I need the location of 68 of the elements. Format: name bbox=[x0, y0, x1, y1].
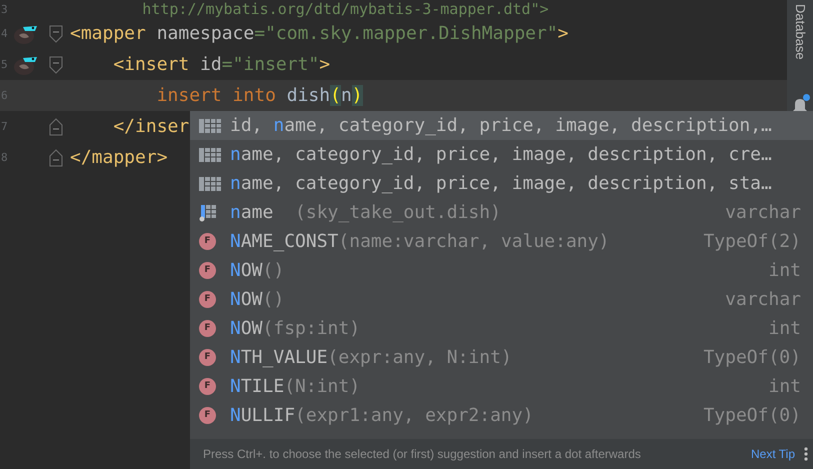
completion-text: NTILE bbox=[230, 375, 284, 399]
more-options-icon[interactable] bbox=[803, 446, 809, 462]
completion-text: id, name, category_id, price, image, description,… bbox=[230, 114, 772, 138]
line-number: 5 bbox=[0, 59, 9, 70]
completion-type: TypeOf(2) bbox=[703, 230, 801, 254]
completion-item[interactable]: id, name, category_id, price, image, description,… bbox=[190, 111, 813, 140]
completion-text: name, category_id, price, image, description, sta… bbox=[230, 172, 772, 196]
line-number: 3 bbox=[0, 4, 9, 14]
completion-text: NOW bbox=[230, 317, 263, 341]
completion-item[interactable]: F NOW(fsp:int) int bbox=[190, 314, 813, 343]
completion-type: varchar bbox=[725, 201, 801, 225]
function-icon: F bbox=[199, 407, 216, 424]
completion-text: NTH_VALUE bbox=[230, 346, 328, 370]
completion-params: () bbox=[262, 288, 284, 312]
code-line: insert into dish(n) bbox=[156, 86, 363, 104]
notification-bell-icon[interactable] bbox=[792, 96, 808, 114]
fold-toggle-icon[interactable] bbox=[49, 56, 63, 74]
completion-item[interactable]: F NULLIF(expr1:any, expr2:any) TypeOf(0) bbox=[190, 401, 813, 430]
completion-params: (sky_take_out.dish) bbox=[294, 201, 501, 225]
completion-type: TypeOf(0) bbox=[703, 404, 801, 428]
completion-type: TypeOf(0) bbox=[703, 346, 801, 370]
completion-text: NAME_CONST bbox=[230, 230, 338, 254]
table-icon bbox=[199, 146, 221, 162]
function-icon: F bbox=[199, 349, 216, 366]
completion-item[interactable]: name (sky_take_out.dish) varchar bbox=[190, 198, 813, 227]
fold-toggle-icon[interactable] bbox=[49, 24, 63, 42]
line-number: 4 bbox=[0, 28, 9, 39]
line-number: 7 bbox=[0, 121, 9, 132]
completion-text: NOW bbox=[230, 259, 263, 283]
completion-type: int bbox=[768, 259, 801, 283]
completion-params: (expr:any, N:int) bbox=[328, 346, 512, 370]
code-line: <mapper namespace="com.sky.mapper.DishMapper"> bbox=[70, 24, 569, 42]
function-icon: F bbox=[199, 320, 216, 337]
function-icon: F bbox=[199, 233, 216, 250]
database-tab[interactable]: Database bbox=[790, 4, 810, 60]
completion-params: (N:int) bbox=[284, 375, 360, 399]
completion-type: varchar bbox=[725, 288, 801, 312]
completion-item[interactable]: F NTH_VALUE(expr:any, N:int) TypeOf(0) bbox=[190, 343, 813, 372]
next-tip-link[interactable]: Next Tip bbox=[750, 445, 795, 463]
code-line: </inser bbox=[112, 118, 190, 136]
table-icon bbox=[199, 118, 221, 134]
completion-item[interactable]: F NTILE(N:int) int bbox=[190, 372, 813, 401]
function-icon: F bbox=[199, 378, 216, 395]
code-line: <insert id="insert"> bbox=[112, 56, 330, 74]
table-icon bbox=[199, 176, 221, 192]
completion-type: int bbox=[768, 375, 801, 399]
completion-params: (expr1:any, expr2:any) bbox=[295, 404, 534, 428]
completion-text: NULLIF bbox=[230, 404, 296, 428]
fold-toggle-icon[interactable] bbox=[49, 118, 63, 136]
hint-text: Press Ctrl+. to choose the selected (or first) suggestion and insert a dot afterwards bbox=[203, 446, 641, 463]
completion-item[interactable]: name, category_id, price, image, description, sta… bbox=[190, 169, 813, 198]
completion-item[interactable]: F NOW() int bbox=[190, 256, 813, 285]
completion-params: () bbox=[262, 259, 284, 283]
completion-item[interactable]: name, category_id, price, image, description, cre… bbox=[190, 140, 813, 169]
fold-toggle-icon[interactable] bbox=[49, 148, 63, 166]
code-line: </mapper> bbox=[70, 148, 168, 166]
completion-text: NOW bbox=[230, 288, 263, 312]
completion-type: int bbox=[768, 317, 801, 341]
completion-text: name, category_id, price, image, description, cre… bbox=[230, 143, 772, 167]
code-line: http://mybatis.org/dtd/mybatis-3-mapper.dtd"> bbox=[141, 2, 549, 16]
function-icon: F bbox=[199, 291, 216, 308]
completion-params: (name:varchar, value:any) bbox=[338, 230, 610, 254]
function-icon: F bbox=[199, 262, 216, 279]
completion-item[interactable]: F NOW() varchar bbox=[190, 285, 813, 314]
line-number: 8 bbox=[0, 152, 9, 163]
completion-text: name bbox=[230, 201, 274, 225]
completion-item[interactable]: F NAME_CONST(name:varchar, value:any) TypeOf(2) bbox=[190, 227, 813, 256]
completion-params: (fsp:int) bbox=[262, 317, 360, 341]
